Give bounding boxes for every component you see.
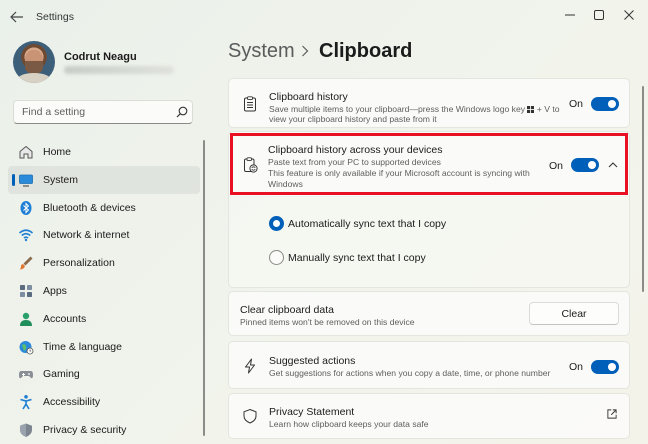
sidebar-item-privacy[interactable]: Privacy & security bbox=[8, 416, 200, 444]
sidebar-item-label: Bluetooth & devices bbox=[43, 201, 136, 214]
radio-label: Automatically sync text that I copy bbox=[288, 218, 447, 230]
clipboard-history-toggle[interactable] bbox=[591, 97, 619, 111]
sidebar-item-label: Home bbox=[43, 146, 72, 158]
close-icon[interactable] bbox=[618, 6, 640, 24]
chevron-right-icon bbox=[302, 45, 309, 57]
monitor-icon bbox=[19, 174, 33, 187]
card-description: Save multiple items to your clipboard—pr… bbox=[269, 104, 560, 115]
radio-label: Manually sync text that I copy bbox=[288, 252, 426, 264]
sidebar-item-system[interactable]: System bbox=[8, 165, 200, 194]
minimize-icon[interactable] bbox=[559, 6, 581, 24]
sidebar-item-accounts[interactable]: Accounts bbox=[8, 305, 200, 333]
sidebar-item-network[interactable]: Network & internet bbox=[8, 221, 200, 249]
person-icon bbox=[20, 312, 32, 326]
search-input[interactable] bbox=[14, 101, 164, 123]
description-text: + V to bbox=[536, 104, 560, 114]
toggle-state-label: On bbox=[569, 98, 584, 110]
sidebar-item-label: Personalization bbox=[43, 257, 115, 270]
maximize-icon[interactable] bbox=[588, 6, 610, 24]
sidebar-item-label: Gaming bbox=[43, 368, 80, 381]
sync-options-panel bbox=[228, 196, 630, 288]
card-title: Suggested actions bbox=[269, 355, 356, 367]
page-title: Clipboard bbox=[319, 40, 413, 62]
sidebar-item-bluetooth[interactable]: Bluetooth & devices bbox=[8, 194, 200, 222]
sidebar-item-label: Privacy & security bbox=[43, 423, 127, 436]
card-description-line2: view your clipboard history and paste fr… bbox=[269, 114, 437, 124]
selection-indicator bbox=[12, 173, 15, 186]
sidebar-item-label: Accessibility bbox=[43, 396, 101, 409]
sidebar-item-label: Time & language bbox=[43, 340, 122, 353]
user-email-blurred bbox=[64, 66, 174, 74]
back-arrow-icon[interactable] bbox=[8, 9, 26, 25]
content-scrollbar[interactable] bbox=[642, 86, 644, 292]
lightning-icon bbox=[245, 358, 255, 374]
shield-icon bbox=[20, 423, 32, 437]
avatar-shirt bbox=[17, 73, 51, 83]
sidebar-item-personalization[interactable]: Personalization bbox=[8, 249, 200, 277]
radio-manual-sync[interactable] bbox=[269, 250, 284, 265]
bluetooth-icon bbox=[20, 200, 32, 215]
card-description: Learn how clipboard keeps your data safe bbox=[269, 419, 429, 429]
highlight-annotation bbox=[230, 133, 628, 195]
clear-button[interactable]: Clear bbox=[529, 302, 619, 325]
sidebar-item-time-language[interactable]: Time & language bbox=[8, 333, 200, 361]
card-clipboard-history: Clipboard history Save multiple items to… bbox=[228, 78, 630, 128]
brush-icon bbox=[20, 256, 33, 270]
toggle-state-label: On bbox=[569, 361, 584, 373]
sidebar-item-gaming[interactable]: Gaming bbox=[8, 360, 200, 388]
avatar[interactable] bbox=[13, 41, 55, 83]
card-description: Get suggestions for actions when you cop… bbox=[269, 368, 551, 378]
accessibility-icon bbox=[20, 395, 32, 410]
suggested-actions-toggle[interactable] bbox=[591, 360, 619, 374]
clipboard-list-icon bbox=[244, 96, 256, 112]
title-bar: Settings bbox=[0, 0, 648, 34]
sidebar-item-apps[interactable]: Apps bbox=[8, 277, 200, 305]
search-box[interactable] bbox=[13, 100, 193, 124]
search-icon[interactable] bbox=[176, 106, 188, 118]
external-link-icon[interactable] bbox=[606, 408, 618, 420]
settings-window: Settings Codrut Neagu Home bbox=[0, 0, 648, 444]
radio-auto-sync[interactable] bbox=[269, 216, 284, 231]
card-suggested-actions: Suggested actions Get suggestions for ac… bbox=[228, 341, 630, 389]
apps-icon bbox=[20, 284, 32, 297]
sidebar-item-accessibility[interactable]: Accessibility bbox=[8, 388, 200, 416]
card-title: Clipboard history bbox=[269, 91, 348, 103]
description-text: Save multiple items to your clipboard—pr… bbox=[269, 104, 526, 114]
sidebar-item-home[interactable]: Home bbox=[8, 138, 200, 166]
sidebar-item-label: Network & internet bbox=[43, 229, 130, 242]
shield-outline-icon bbox=[243, 408, 257, 424]
home-icon bbox=[19, 145, 33, 159]
card-privacy-statement[interactable]: Privacy Statement Learn how clipboard ke… bbox=[228, 393, 630, 439]
sidebar-item-label: Accounts bbox=[43, 312, 87, 325]
breadcrumb-parent[interactable]: System bbox=[228, 40, 295, 63]
sidebar-nav: Home System Bluetooth & devices Network … bbox=[8, 138, 200, 444]
gamepad-icon bbox=[19, 371, 33, 379]
wifi-icon bbox=[18, 229, 34, 242]
card-description: Pinned items won't be removed on this de… bbox=[240, 317, 415, 327]
sidebar-item-label: Apps bbox=[43, 284, 67, 297]
windows-logo-icon bbox=[527, 105, 535, 113]
card-title: Clear clipboard data bbox=[240, 304, 334, 316]
user-name: Codrut Neagu bbox=[64, 51, 137, 63]
sidebar-scrollbar[interactable] bbox=[203, 140, 205, 436]
globe-icon bbox=[19, 340, 34, 354]
sidebar-item-label: System bbox=[43, 173, 79, 186]
window-title: Settings bbox=[36, 11, 74, 23]
card-title: Privacy Statement bbox=[269, 406, 355, 418]
